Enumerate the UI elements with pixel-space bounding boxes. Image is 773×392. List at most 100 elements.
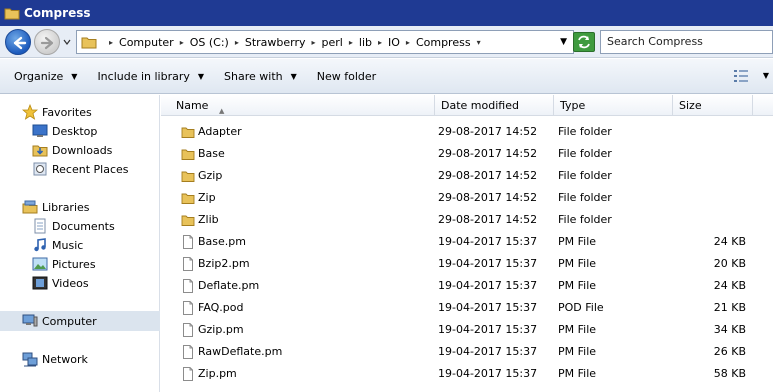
column-header-size[interactable]: Size [673,95,753,116]
pictures-icon [32,257,48,271]
table-row[interactable]: RawDeflate.pm 19-04-2017 15:37 PM File 26 K… [161,341,773,363]
file-date-modified: 19-04-2017 15:37 [438,323,538,336]
file-type: PM File [558,367,597,380]
table-row[interactable]: Base 29-08-2017 14:52 File folder [161,143,773,165]
include-in-library-button[interactable]: Include in library ▼ [97,70,204,83]
file-type: PM File [558,257,597,270]
share-with-button[interactable]: Share with ▼ [224,70,297,83]
file-type: File folder [558,147,612,160]
breadcrumb-item[interactable]: perl ▸ [322,36,353,49]
recent-pages-dropdown-icon[interactable] [62,36,72,48]
table-row[interactable]: Bzip2.pm 19-04-2017 15:37 PM File 20 KB [161,253,773,275]
file-name: Zip.pm [198,367,237,380]
desktop-icon [32,124,48,137]
file-type: File folder [558,125,612,138]
title-bar[interactable]: Compress [0,0,773,26]
nav-recent-places[interactable]: Recent Places [0,159,160,179]
breadcrumb-label: lib [358,35,372,49]
nav-favorites[interactable]: Favorites [0,102,160,122]
folder-icon [181,213,195,227]
back-button[interactable] [5,29,31,55]
file-size [678,143,746,165]
chevron-right-icon[interactable]: ▸ [312,38,316,47]
table-row[interactable]: Gzip 29-08-2017 14:52 File folder [161,165,773,187]
breadcrumb-item[interactable]: IO ▸ [388,36,410,49]
folder-icon [181,147,195,161]
table-row[interactable]: Gzip.pm 19-04-2017 15:37 PM File 34 KB [161,319,773,341]
forward-button[interactable] [34,29,60,55]
file-date-modified: 29-08-2017 14:52 [438,125,538,138]
table-row[interactable]: FAQ.pod 19-04-2017 15:37 POD File 21 KB [161,297,773,319]
include-in-library-label: Include in library [97,69,190,83]
window-title: Compress [24,6,91,20]
file-type: PM File [558,235,597,248]
table-row[interactable]: Zip 29-08-2017 14:52 File folder [161,187,773,209]
new-folder-label: New folder [316,69,377,83]
file-icon [181,257,195,271]
nav-videos[interactable]: Videos [0,273,160,293]
nav-downloads[interactable]: Downloads [0,140,160,160]
breadcrumb-item[interactable]: Strawberry ▸ [245,36,316,49]
nav-pictures[interactable]: Pictures [0,254,160,274]
nav-documents[interactable]: Documents [0,216,160,236]
address-bar[interactable]: ▸ Computer ▸ OS (C:) ▸ Strawberry ▸ perl ▸ l… [76,30,574,54]
file-date-modified: 19-04-2017 15:37 [438,257,538,270]
address-history-dropdown-icon[interactable]: ▼ [560,37,567,47]
chevron-right-icon[interactable]: ▸ [235,38,239,47]
file-name: Gzip.pm [198,323,244,336]
breadcrumb-item[interactable]: Compress ▾ [416,36,481,49]
breadcrumb-label: IO [388,35,400,49]
file-name: FAQ.pod [198,301,244,314]
refresh-button[interactable] [573,32,595,52]
chevron-right-icon[interactable]: ▸ [406,38,410,47]
column-header-date-modified[interactable]: Date modified [435,95,554,116]
chevron-right-icon[interactable]: ▸ [349,38,353,47]
nav-videos-label: Videos [52,276,89,290]
breadcrumb-root-chevron[interactable]: ▸ [103,38,113,47]
table-row[interactable]: Base.pm 19-04-2017 15:37 PM File 24 KB [161,231,773,253]
breadcrumb-label: perl [321,35,343,49]
column-header-type[interactable]: Type [554,95,673,116]
file-size: 20 KB [713,257,746,270]
nav-libraries[interactable]: Libraries [0,197,160,217]
file-date-modified: 19-04-2017 15:37 [438,301,538,314]
table-row[interactable]: Adapter 29-08-2017 14:52 File folder [161,121,773,143]
view-options-icon[interactable] [733,69,749,83]
command-bar: Organize ▼ Include in library ▼ Share with… [0,59,773,94]
breadcrumb-item[interactable]: Computer ▸ [119,36,184,49]
downloads-folder-icon [32,145,48,157]
chevron-right-icon[interactable]: ▸ [180,38,184,47]
chevron-right-icon[interactable]: ▸ [378,38,382,47]
file-name: Adapter [198,125,242,138]
view-dropdown-icon[interactable]: ▼ [763,71,769,80]
search-input[interactable]: Search Compress [600,30,773,54]
breadcrumb-item[interactable]: OS (C:) ▸ [190,36,239,49]
file-date-modified: 29-08-2017 14:52 [438,169,538,182]
table-row[interactable]: Deflate.pm 19-04-2017 15:37 PM File 24 KB [161,275,773,297]
table-row[interactable]: Zip.pm 19-04-2017 15:37 PM File 58 KB [161,363,773,385]
file-name: Bzip2.pm [198,257,250,270]
column-name-label: Name [176,99,209,112]
nav-computer[interactable]: Computer [0,311,160,331]
column-size-label: Size [679,99,702,112]
navigation-pane: Favorites Desktop Downloads Recent Place… [0,95,160,392]
breadcrumb-label: OS (C:) [189,35,229,49]
file-date-modified: 29-08-2017 14:52 [438,191,538,204]
star-icon [22,104,38,120]
file-type: PM File [558,323,597,336]
chevron-down-icon[interactable]: ▾ [477,38,481,47]
table-row[interactable]: Zlib 29-08-2017 14:52 File folder [161,209,773,231]
nav-documents-label: Documents [52,219,115,233]
breadcrumb-label: Strawberry [244,35,306,49]
organize-button[interactable]: Organize ▼ [14,70,77,83]
refresh-icon [578,35,590,49]
new-folder-button[interactable]: New folder [317,70,376,83]
nav-favorites-label: Favorites [42,105,92,119]
breadcrumb-item[interactable]: lib ▸ [359,36,382,49]
nav-computer-label: Computer [42,314,97,328]
nav-music[interactable]: Music [0,235,160,255]
nav-network[interactable]: Network [0,349,160,369]
column-header-name[interactable]: Name ▲ [170,95,435,116]
nav-desktop[interactable]: Desktop [0,121,160,141]
documents-icon [34,218,46,234]
